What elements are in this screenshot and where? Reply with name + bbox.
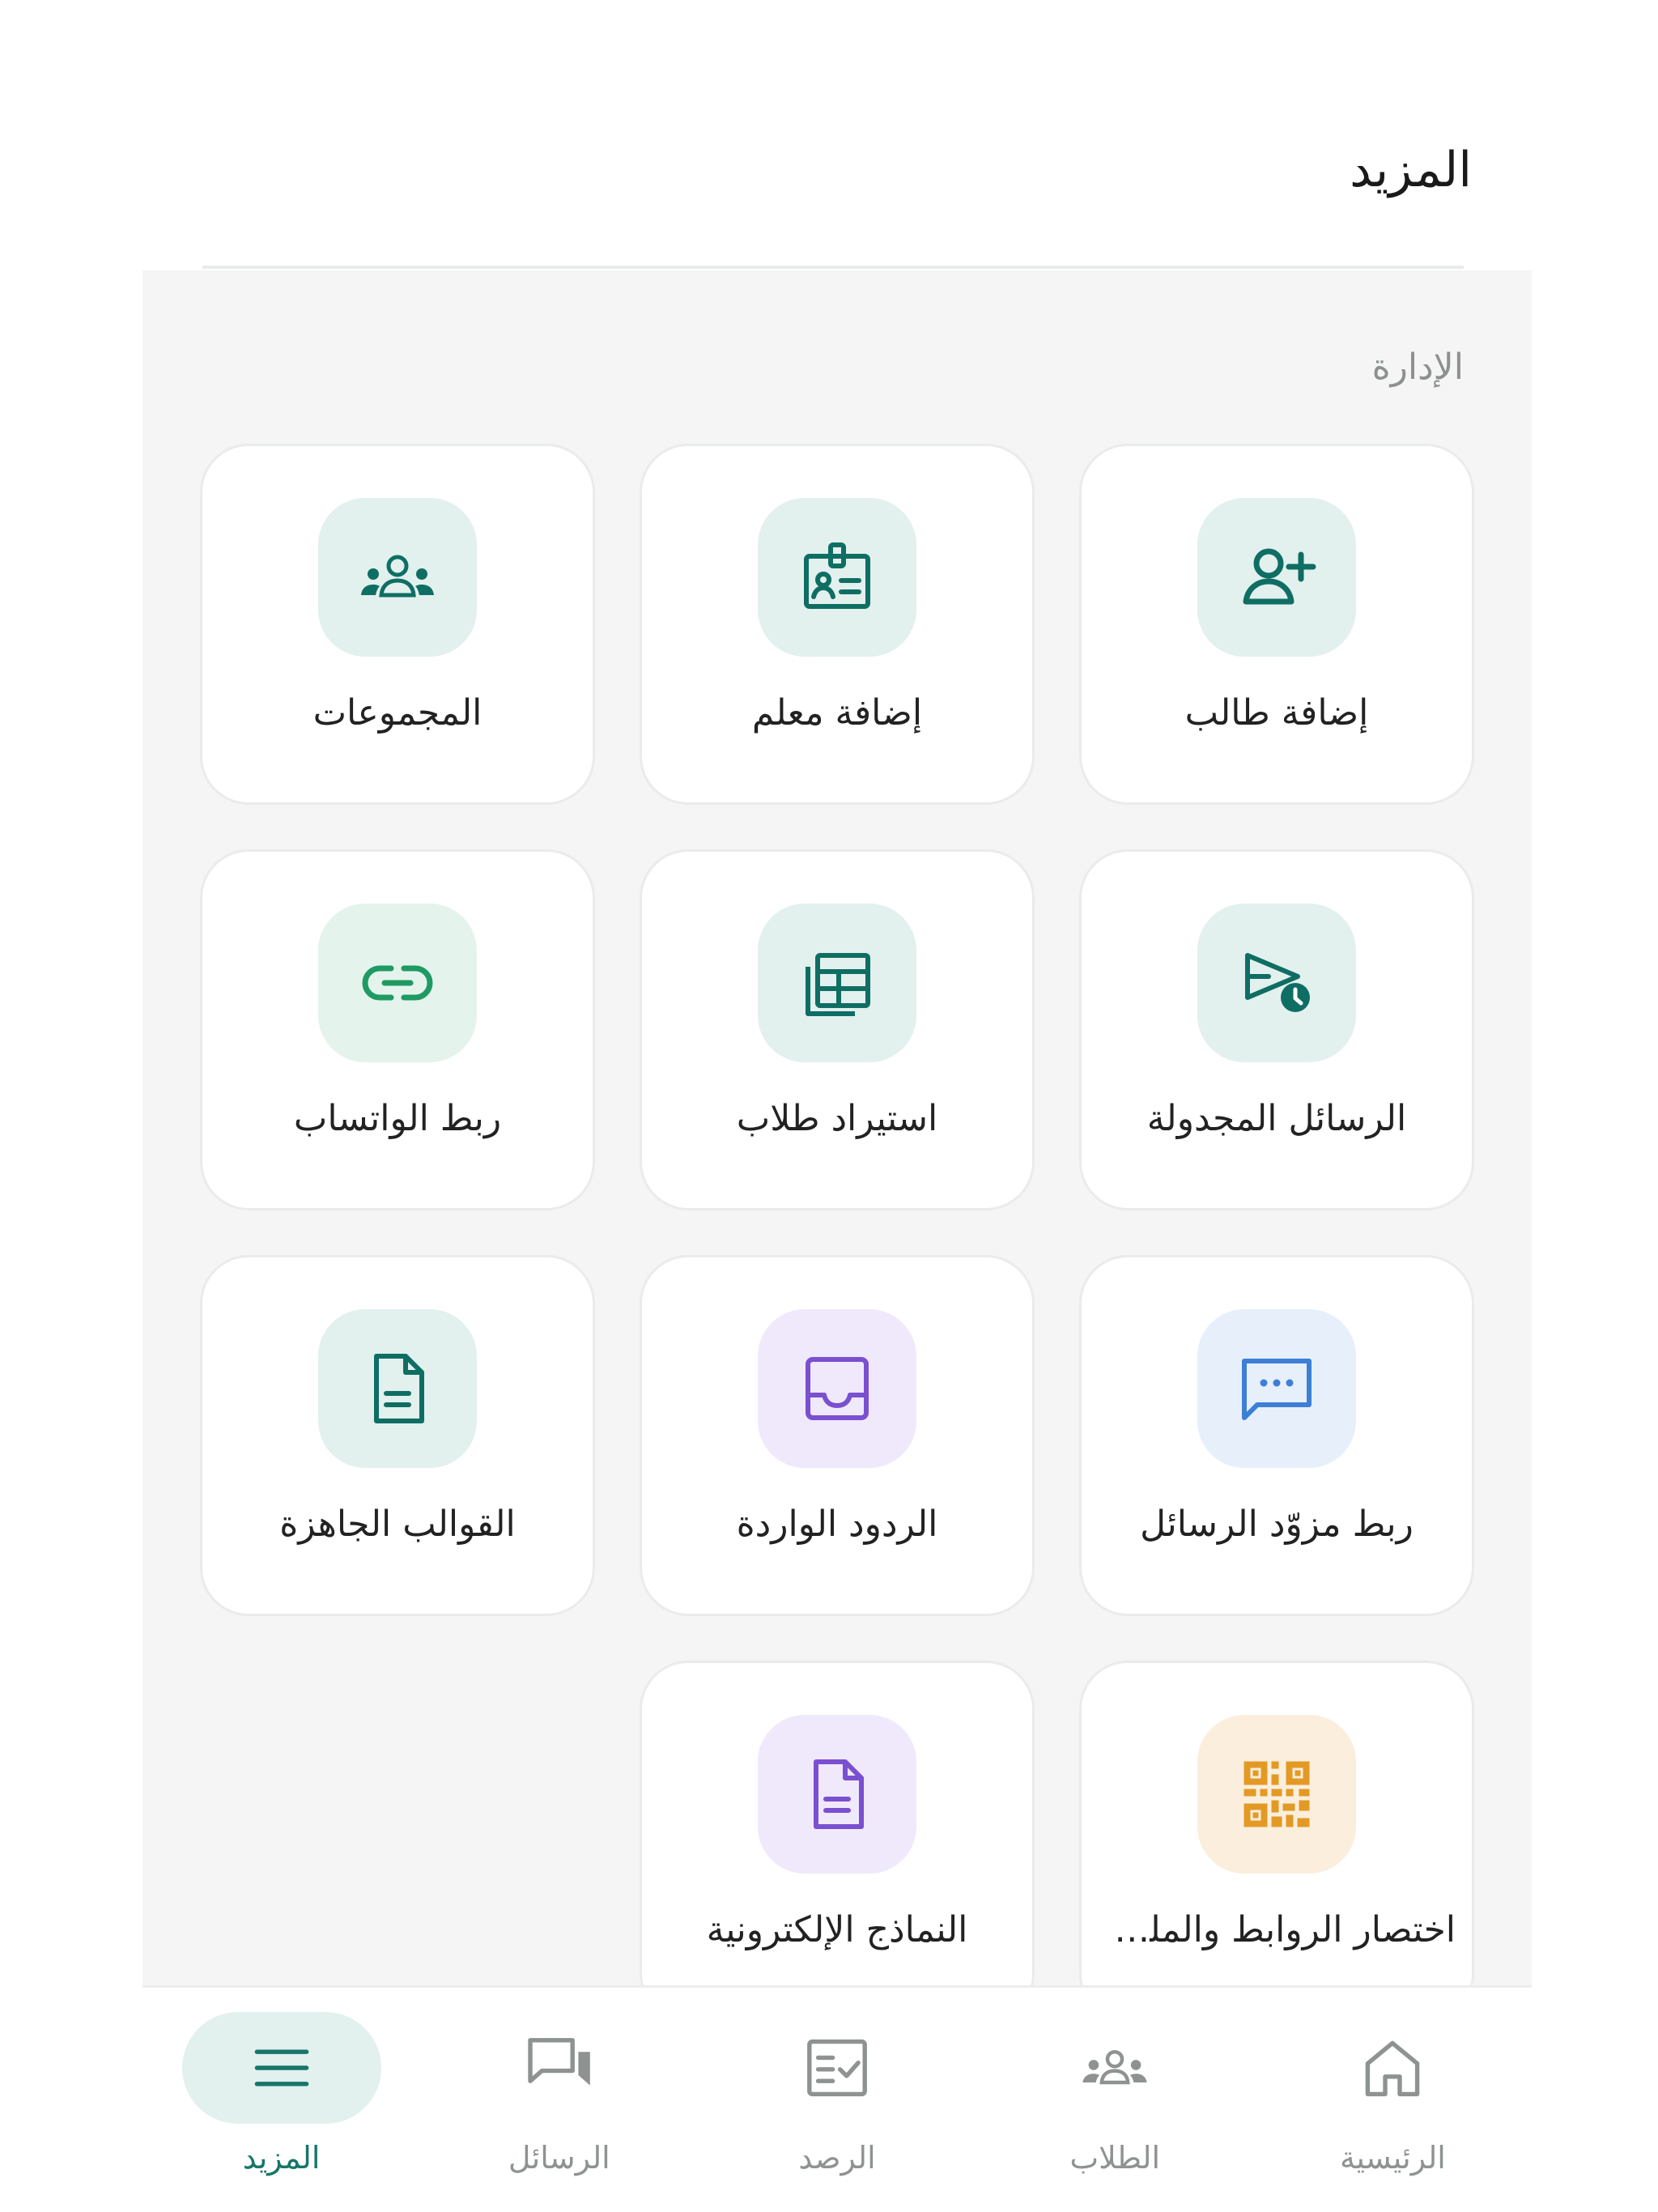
card-label: إضافة طالب — [1184, 692, 1369, 734]
content-area[interactable]: الإدارة إضافة طالب إضافة معلم المجموعات … — [142, 270, 1532, 1985]
card-label: استيراد طلاب — [736, 1098, 938, 1139]
add-student-icon — [1243, 548, 1316, 605]
header-divider — [202, 266, 1464, 269]
card-label: اختصار الروابط والملفات — [1098, 1909, 1456, 1950]
nav-icon-wrap — [181, 2012, 381, 2124]
nav-messages[interactable]: الرسائل — [420, 1988, 698, 2212]
nav-label: الطلاب — [1069, 2140, 1161, 2176]
checklist-icon — [807, 2039, 867, 2097]
tile-add-student — [1197, 498, 1356, 657]
card-label: الردود الواردة — [736, 1504, 938, 1545]
app-header: المزيد — [0, 0, 1658, 269]
card-label: الرسائل المجدولة — [1146, 1098, 1407, 1139]
card-label: إضافة معلم — [751, 692, 923, 734]
nav-icon-wrap — [738, 2012, 937, 2124]
tile-scheduled-messages — [1197, 904, 1356, 1062]
card-label: ربط الواتساب — [293, 1098, 502, 1139]
more-screen: المزيد الإدارة إضافة طالب إضافة معلم الم… — [0, 0, 1658, 2212]
card-incoming-replies[interactable]: الردود الواردة — [640, 1255, 1035, 1616]
section-title: الإدارة — [1371, 347, 1464, 388]
groups-icon — [361, 555, 434, 598]
tile-add-teacher — [758, 498, 916, 657]
card-groups[interactable]: المجموعات — [200, 444, 595, 805]
tile-import-students — [758, 904, 916, 1062]
nav-label: الرئيسية — [1339, 2140, 1446, 2176]
tile-electronic-forms — [758, 1715, 916, 1874]
page-title: المزيد — [1350, 142, 1472, 198]
card-label: النماذج الإلكترونية — [706, 1909, 968, 1950]
nav-home[interactable]: الرئيسية — [1254, 1988, 1532, 2212]
nav-monitoring[interactable]: الرصد — [698, 1988, 976, 2212]
card-sms-provider[interactable]: ربط مزوّد الرسائل — [1079, 1255, 1474, 1616]
tile-whatsapp-link — [318, 904, 477, 1062]
nav-more[interactable]: المزيد — [142, 1988, 420, 2212]
document-icon — [374, 1354, 424, 1423]
tile-groups — [318, 498, 477, 657]
form-document-icon — [814, 1759, 864, 1829]
nav-icon-wrap — [1293, 2012, 1492, 2124]
card-add-teacher[interactable]: إضافة معلم — [640, 444, 1035, 805]
nav-label: المزيد — [242, 2140, 321, 2176]
management-grid: إضافة طالب إضافة معلم المجموعات الرسائل … — [200, 444, 1474, 1985]
id-badge-icon — [804, 542, 870, 609]
students-icon — [1082, 2049, 1147, 2085]
tile-templates — [318, 1309, 477, 1468]
home-icon — [1366, 2040, 1420, 2097]
link-icon — [362, 965, 433, 1001]
nav-icon-wrap — [460, 2012, 659, 2124]
card-label: المجموعات — [312, 692, 483, 734]
card-scheduled-messages[interactable]: الرسائل المجدولة — [1079, 849, 1474, 1210]
card-link-shortener[interactable]: اختصار الروابط والملفات — [1079, 1661, 1474, 1985]
menu-icon — [254, 2049, 308, 2087]
card-templates[interactable]: القوالب الجاهزة — [200, 1255, 595, 1616]
qr-code-icon — [1244, 1761, 1310, 1827]
chat-dots-icon — [1242, 1359, 1312, 1420]
scheduled-send-icon — [1245, 953, 1310, 1012]
bottom-navigation: الرئيسية الطلاب الرصد الرسائل المزيد — [142, 1985, 1532, 2212]
card-whatsapp-link[interactable]: ربط الواتساب — [200, 849, 595, 1210]
tile-incoming-replies — [758, 1309, 916, 1468]
messages-icon — [528, 2038, 590, 2086]
inbox-icon — [806, 1357, 869, 1420]
nav-students[interactable]: الطلاب — [976, 1988, 1254, 2212]
tile-sms-provider — [1197, 1309, 1356, 1468]
card-import-students[interactable]: استيراد طلاب — [640, 849, 1035, 1210]
nav-label: الرصد — [798, 2140, 876, 2176]
card-label: القوالب الجاهزة — [279, 1504, 516, 1545]
card-add-student[interactable]: إضافة طالب — [1079, 444, 1474, 805]
card-label: ربط مزوّد الرسائل — [1140, 1504, 1414, 1545]
nav-icon-wrap — [1015, 2012, 1214, 2124]
table-import-icon — [806, 953, 870, 1016]
nav-label: الرسائل — [508, 2140, 610, 2176]
tile-link-shortener — [1197, 1715, 1356, 1874]
card-electronic-forms[interactable]: النماذج الإلكترونية — [640, 1661, 1035, 1985]
